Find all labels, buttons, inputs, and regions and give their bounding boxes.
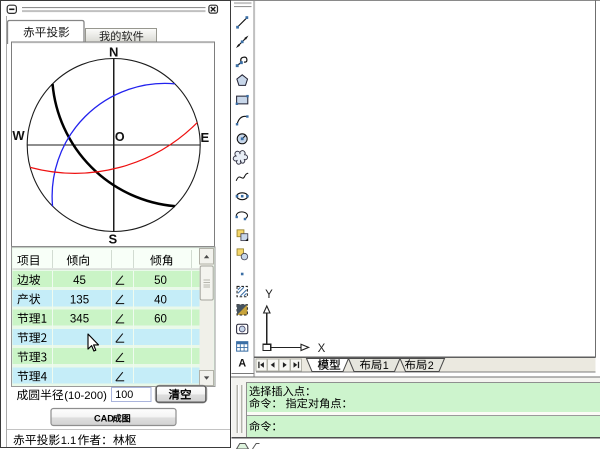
svg-text:1.1: 1.1: [61, 435, 77, 447]
svg-text:Y: Y: [265, 289, 273, 301]
svg-text:345: 345: [70, 314, 89, 326]
svg-text:O: O: [115, 130, 125, 144]
svg-text:N: N: [109, 44, 118, 59]
svg-text:W: W: [12, 128, 25, 143]
svg-text:(10-200): (10-200): [64, 390, 107, 402]
svg-text:1: 1: [383, 360, 389, 372]
svg-text:135: 135: [70, 294, 89, 306]
svg-text:X: X: [318, 343, 326, 355]
svg-text:CAD: CAD: [94, 413, 114, 423]
svg-text:50: 50: [154, 275, 167, 287]
svg-text:2: 2: [428, 360, 434, 372]
svg-text:60: 60: [154, 314, 167, 326]
svg-text:A: A: [238, 357, 246, 369]
svg-text:S: S: [108, 232, 117, 247]
svg-text:40: 40: [154, 294, 167, 306]
svg-text:E: E: [200, 130, 209, 145]
svg-text:100: 100: [115, 389, 133, 401]
svg-text:45: 45: [73, 275, 86, 287]
